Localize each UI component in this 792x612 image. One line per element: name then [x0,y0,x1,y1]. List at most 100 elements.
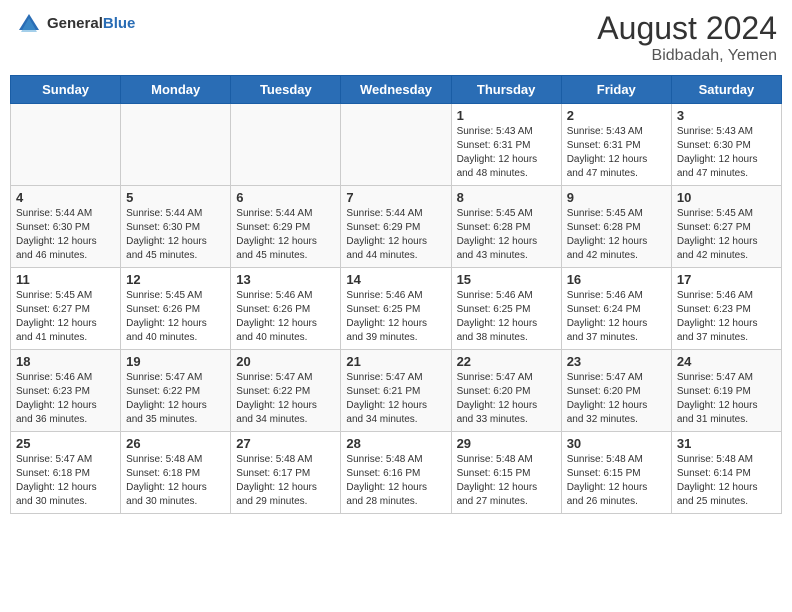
logo-icon [15,10,43,38]
logo-blue: Blue [103,15,136,32]
day-cell: 8Sunrise: 5:45 AM Sunset: 6:28 PM Daylig… [451,186,561,268]
day-cell: 6 Sunrise: 5:44 AM Sunset: 6:29 PM Daylig… [231,186,341,268]
day-cell: 4 Sunrise: 5:44 AM Sunset: 6:30 PM Daylig… [11,186,121,268]
day-info: Sunrise: 5:46 AM Sunset: 6:23 PM Dayligh… [677,289,776,345]
header-wednesday: Wednesday [341,76,451,104]
day-cell: 20 Sunrise: 5:47 AM Sunset: 6:22 PM Dayli… [231,350,341,432]
day-info: Sunrise: 5:44 AM Sunset: 6:29 PM Dayligh… [236,207,335,263]
day-cell: 18Sunrise: 5:46 AM Sunset: 6:23 PM Dayli… [11,350,121,432]
day-number: 9 [567,190,666,205]
header-monday: Monday [121,76,231,104]
day-cell: 3Sunrise: 5:43 AM Sunset: 6:30 PM Daylig… [671,104,781,186]
day-cell: 22Sunrise: 5:47 AM Sunset: 6:20 PM Dayli… [451,350,561,432]
day-info: Sunrise: 5:48 AM Sunset: 6:14 PM Dayligh… [677,453,776,509]
week-row-5: 25Sunrise: 5:47 AM Sunset: 6:18 PM Dayli… [11,432,782,514]
day-info: Sunrise: 5:46 AM Sunset: 6:26 PM Dayligh… [236,289,335,345]
day-cell: 19 Sunrise: 5:47 AM Sunset: 6:22 PM Dayli… [121,350,231,432]
day-cell: 2 Sunrise: 5:43 AM Sunset: 6:31 PM Daylig… [561,104,671,186]
day-number: 5 [126,190,225,205]
calendar-table: SundayMondayTuesdayWednesdayThursdayFrid… [10,75,782,514]
day-number: 19 [126,354,225,369]
day-cell: 27Sunrise: 5:48 AM Sunset: 6:17 PM Dayli… [231,432,341,514]
day-cell: 21 Sunrise: 5:47 AM Sunset: 6:21 PM Dayli… [341,350,451,432]
day-number: 11 [16,272,115,287]
day-cell: 1 Sunrise: 5:43 AM Sunset: 6:31 PM Daylig… [451,104,561,186]
day-number: 2 [567,108,666,123]
header-saturday: Saturday [671,76,781,104]
day-number: 20 [236,354,335,369]
day-info: Sunrise: 5:47 AM Sunset: 6:18 PM Dayligh… [16,453,115,509]
day-number: 1 [457,108,556,123]
day-info: Sunrise: 5:43 AM Sunset: 6:30 PM Dayligh… [677,125,776,181]
week-row-2: 4 Sunrise: 5:44 AM Sunset: 6:30 PM Daylig… [11,186,782,268]
location: Bidbadah, Yemen [597,47,777,65]
day-info: Sunrise: 5:46 AM Sunset: 6:25 PM Dayligh… [457,289,556,345]
day-cell: 28 Sunrise: 5:48 AM Sunset: 6:16 PM Dayli… [341,432,451,514]
day-cell: 13 Sunrise: 5:46 AM Sunset: 6:26 PM Dayli… [231,268,341,350]
day-info: Sunrise: 5:45 AM Sunset: 6:27 PM Dayligh… [677,207,776,263]
day-cell: 16Sunrise: 5:46 AM Sunset: 6:24 PM Dayli… [561,268,671,350]
page-header: GeneralBlue August 2024 Bidbadah, Yemen [10,10,782,65]
day-info: Sunrise: 5:44 AM Sunset: 6:29 PM Dayligh… [346,207,445,263]
day-number: 14 [346,272,445,287]
day-info: Sunrise: 5:47 AM Sunset: 6:22 PM Dayligh… [236,371,335,427]
day-info: Sunrise: 5:45 AM Sunset: 6:28 PM Dayligh… [457,207,556,263]
day-info: Sunrise: 5:44 AM Sunset: 6:30 PM Dayligh… [16,207,115,263]
header-tuesday: Tuesday [231,76,341,104]
day-info: Sunrise: 5:47 AM Sunset: 6:22 PM Dayligh… [126,371,225,427]
header-thursday: Thursday [451,76,561,104]
day-cell [11,104,121,186]
week-row-1: 1 Sunrise: 5:43 AM Sunset: 6:31 PM Daylig… [11,104,782,186]
day-number: 16 [567,272,666,287]
logo-text: GeneralBlue [47,15,135,33]
day-info: Sunrise: 5:48 AM Sunset: 6:18 PM Dayligh… [126,453,225,509]
header-friday: Friday [561,76,671,104]
day-cell: 25Sunrise: 5:47 AM Sunset: 6:18 PM Dayli… [11,432,121,514]
day-cell: 24Sunrise: 5:47 AM Sunset: 6:19 PM Dayli… [671,350,781,432]
day-cell: 14 Sunrise: 5:46 AM Sunset: 6:25 PM Dayli… [341,268,451,350]
day-cell: 17Sunrise: 5:46 AM Sunset: 6:23 PM Dayli… [671,268,781,350]
day-info: Sunrise: 5:46 AM Sunset: 6:25 PM Dayligh… [346,289,445,345]
day-number: 13 [236,272,335,287]
day-info: Sunrise: 5:44 AM Sunset: 6:30 PM Dayligh… [126,207,225,263]
day-number: 28 [346,436,445,451]
day-number: 29 [457,436,556,451]
day-number: 24 [677,354,776,369]
day-number: 7 [346,190,445,205]
day-info: Sunrise: 5:45 AM Sunset: 6:26 PM Dayligh… [126,289,225,345]
day-info: Sunrise: 5:48 AM Sunset: 6:15 PM Dayligh… [457,453,556,509]
day-cell: 9Sunrise: 5:45 AM Sunset: 6:28 PM Daylig… [561,186,671,268]
day-cell: 15 Sunrise: 5:46 AM Sunset: 6:25 PM Dayli… [451,268,561,350]
day-cell: 11 Sunrise: 5:45 AM Sunset: 6:27 PM Dayli… [11,268,121,350]
day-number: 30 [567,436,666,451]
logo: GeneralBlue [15,10,135,38]
day-cell: 10Sunrise: 5:45 AM Sunset: 6:27 PM Dayli… [671,186,781,268]
day-cell [121,104,231,186]
day-cell [231,104,341,186]
day-info: Sunrise: 5:43 AM Sunset: 6:31 PM Dayligh… [567,125,666,181]
day-number: 26 [126,436,225,451]
day-number: 22 [457,354,556,369]
day-info: Sunrise: 5:48 AM Sunset: 6:17 PM Dayligh… [236,453,335,509]
day-number: 6 [236,190,335,205]
week-row-3: 11 Sunrise: 5:45 AM Sunset: 6:27 PM Dayli… [11,268,782,350]
day-info: Sunrise: 5:43 AM Sunset: 6:31 PM Dayligh… [457,125,556,181]
day-cell: 26 Sunrise: 5:48 AM Sunset: 6:18 PM Dayli… [121,432,231,514]
day-cell: 31Sunrise: 5:48 AM Sunset: 6:14 PM Dayli… [671,432,781,514]
title-block: August 2024 Bidbadah, Yemen [597,10,777,65]
week-row-4: 18Sunrise: 5:46 AM Sunset: 6:23 PM Dayli… [11,350,782,432]
day-cell: 7 Sunrise: 5:44 AM Sunset: 6:29 PM Daylig… [341,186,451,268]
day-cell: 5 Sunrise: 5:44 AM Sunset: 6:30 PM Daylig… [121,186,231,268]
day-number: 21 [346,354,445,369]
day-info: Sunrise: 5:47 AM Sunset: 6:21 PM Dayligh… [346,371,445,427]
day-info: Sunrise: 5:48 AM Sunset: 6:16 PM Dayligh… [346,453,445,509]
day-cell: 29 Sunrise: 5:48 AM Sunset: 6:15 PM Dayli… [451,432,561,514]
month-year: August 2024 [597,10,777,47]
day-number: 15 [457,272,556,287]
day-info: Sunrise: 5:45 AM Sunset: 6:27 PM Dayligh… [16,289,115,345]
calendar-header-row: SundayMondayTuesdayWednesdayThursdayFrid… [11,76,782,104]
day-number: 4 [16,190,115,205]
day-number: 23 [567,354,666,369]
day-cell [341,104,451,186]
day-cell: 30Sunrise: 5:48 AM Sunset: 6:15 PM Dayli… [561,432,671,514]
